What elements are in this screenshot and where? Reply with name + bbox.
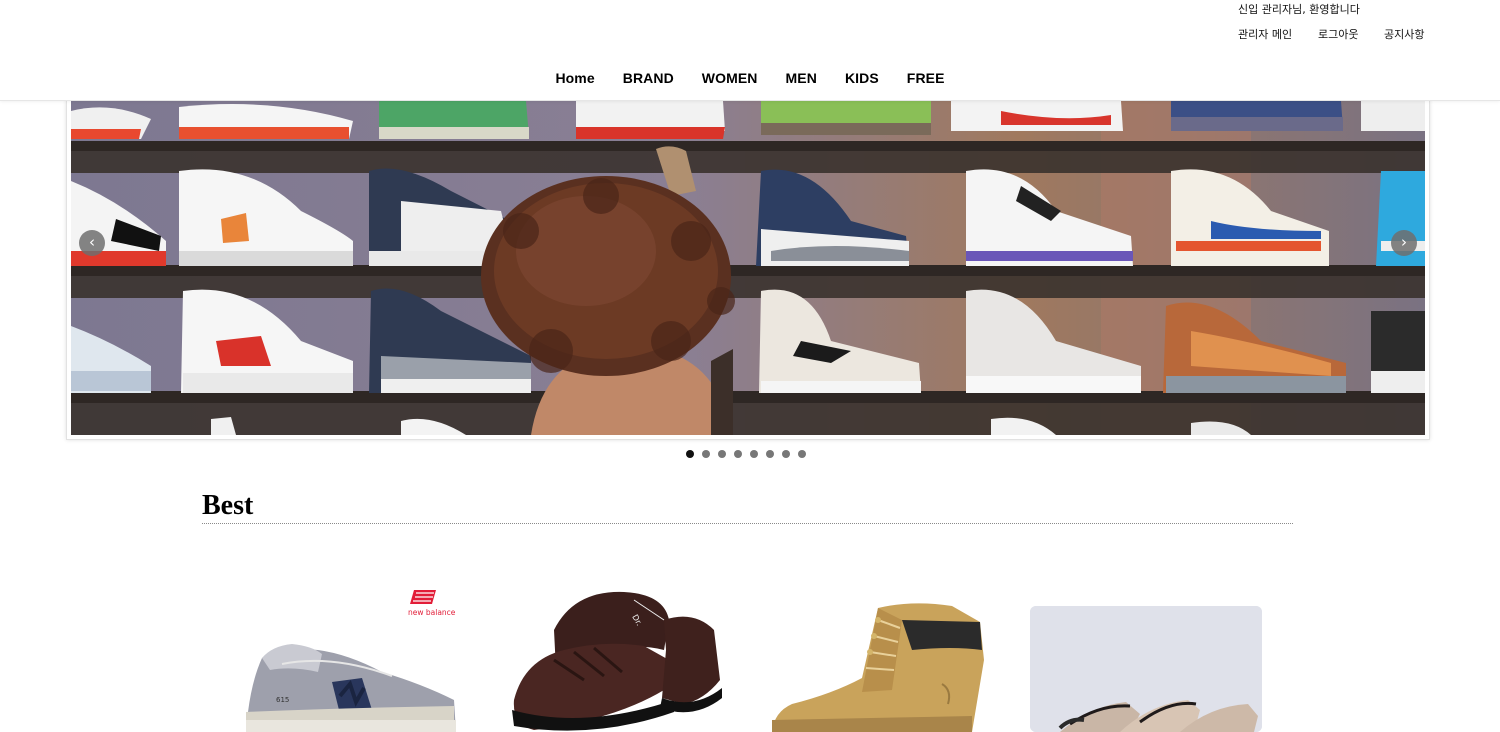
chevron-left-icon: ‹ [89,233,95,251]
product-card-leather-sandal[interactable]: Dr. [494,580,734,732]
product-card-work-boot[interactable] [752,580,992,732]
slider-dot-4[interactable] [734,450,742,458]
slider-dot-6[interactable] [766,450,774,458]
chevron-right-icon: › [1401,233,1407,251]
leather-sandal-image: Dr. [512,591,722,731]
slider-pagination [686,450,814,458]
site-header: 신입 관리자님, 환영합니다 관리자 메인 로그아웃 공지사항 Home BRAND W… [0,0,1500,101]
admin-main-link[interactable]: 관리자 메인 [1238,26,1318,42]
slider-dot-2[interactable] [702,450,710,458]
slider-dot-5[interactable] [750,450,758,458]
sneaker-wall-image [71,101,1425,435]
svg-text:615: 615 [276,696,289,704]
new-balance-sneaker-image: new balance 615 [246,590,456,732]
heeled-mules-image [1030,606,1262,732]
slider-next-button[interactable]: › [1391,230,1417,256]
hero-slider: ‹ › [66,100,1430,440]
logout-link[interactable]: 로그아웃 [1318,26,1384,42]
nav-brand[interactable]: BRAND [623,70,674,86]
slider-dot-8[interactable] [798,450,806,458]
slider-dot-1[interactable] [686,450,694,458]
utility-links: 관리자 메인 로그아웃 공지사항 [1238,26,1424,42]
nav-free[interactable]: FREE [907,70,945,86]
product-card-heeled-mules[interactable] [1030,606,1262,732]
slider-dot-7[interactable] [782,450,790,458]
svg-text:new balance: new balance [408,608,456,617]
slider-prev-button[interactable]: ‹ [79,230,105,256]
hero-slide-sneaker-wall: ‹ › [71,101,1425,435]
welcome-message: 신입 관리자님, 환영합니다 [1238,3,1360,16]
product-card-new-balance-sneaker[interactable]: new balance 615 [222,580,462,732]
nav-kids[interactable]: KIDS [845,70,879,86]
notice-link[interactable]: 공지사항 [1384,26,1424,42]
nav-women[interactable]: WOMEN [702,70,758,86]
main-nav: Home BRAND WOMEN MEN KIDS FREE [0,70,1500,86]
work-boot-image [772,603,984,732]
new-balance-logo: new balance [408,590,456,617]
nav-home[interactable]: Home [555,70,594,86]
best-section-divider [202,523,1293,524]
slider-dot-3[interactable] [718,450,726,458]
nav-men[interactable]: MEN [786,70,817,86]
best-section-title: Best [202,490,254,521]
